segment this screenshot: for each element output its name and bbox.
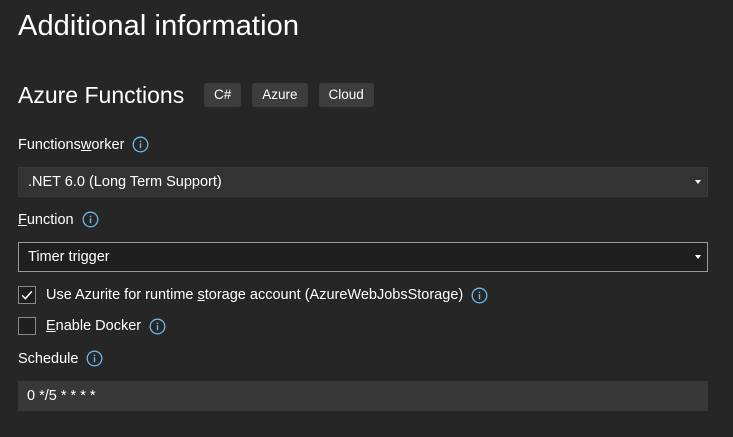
enable-docker-label-text: nable Docker <box>55 318 142 334</box>
use-azurite-label[interactable]: Use Azurite for runtime storage account … <box>46 287 463 303</box>
use-azurite-label-text-end: torage account (AzureWebJobsStorage) <box>204 287 464 303</box>
functions-worker-selected-value: .NET 6.0 (Long Term Support) <box>28 174 222 190</box>
functions-worker-label: Functions w orker <box>18 136 149 153</box>
tag-csharp: C# <box>204 83 242 107</box>
function-label: Function <box>18 211 99 228</box>
use-azurite-checkbox[interactable] <box>18 286 36 304</box>
function-dropdown[interactable]: Timer trigger <box>18 242 708 272</box>
page-title: Additional information <box>18 10 300 42</box>
schedule-label-text: Schedule <box>18 350 79 367</box>
schedule-input[interactable]: 0 */5 * * * * <box>18 381 708 411</box>
function-selected-value: Timer trigger <box>28 249 110 265</box>
additional-information-page: Additional information Azure Functions C… <box>0 0 733 437</box>
use-azurite-row: Use Azurite for runtime storage account … <box>18 286 488 304</box>
project-template-name: Azure Functions <box>18 82 185 108</box>
tag-azure: Azure <box>252 83 308 107</box>
template-tags: C# Azure Cloud <box>204 83 374 107</box>
info-icon[interactable] <box>86 350 103 367</box>
use-azurite-label-text: Use Azurite for runtime <box>46 287 198 303</box>
chevron-down-icon <box>695 180 701 184</box>
functions-worker-dropdown[interactable]: .NET 6.0 (Long Term Support) <box>18 167 708 197</box>
chevron-down-icon <box>695 255 701 259</box>
functions-worker-label-text: Functions <box>18 136 81 153</box>
tag-cloud: Cloud <box>318 83 374 107</box>
enable-docker-label[interactable]: Enable Docker <box>46 318 141 334</box>
functions-worker-access-key: w <box>80 136 92 153</box>
function-label-text: unction <box>26 211 74 228</box>
use-azurite-access-key: s <box>197 287 205 303</box>
checkmark-icon <box>21 290 33 300</box>
info-icon[interactable] <box>132 136 149 153</box>
functions-worker-label-text-end: orker <box>91 136 125 153</box>
info-icon[interactable] <box>82 211 99 228</box>
function-access-key: F <box>18 211 27 228</box>
info-icon[interactable] <box>149 318 166 335</box>
schedule-input-value: 0 */5 * * * * <box>27 388 96 404</box>
info-icon[interactable] <box>471 287 488 304</box>
enable-docker-checkbox[interactable] <box>18 317 36 335</box>
enable-docker-row: Enable Docker <box>18 317 166 335</box>
enable-docker-access-key: E <box>46 318 56 334</box>
schedule-label: Schedule <box>18 350 103 367</box>
